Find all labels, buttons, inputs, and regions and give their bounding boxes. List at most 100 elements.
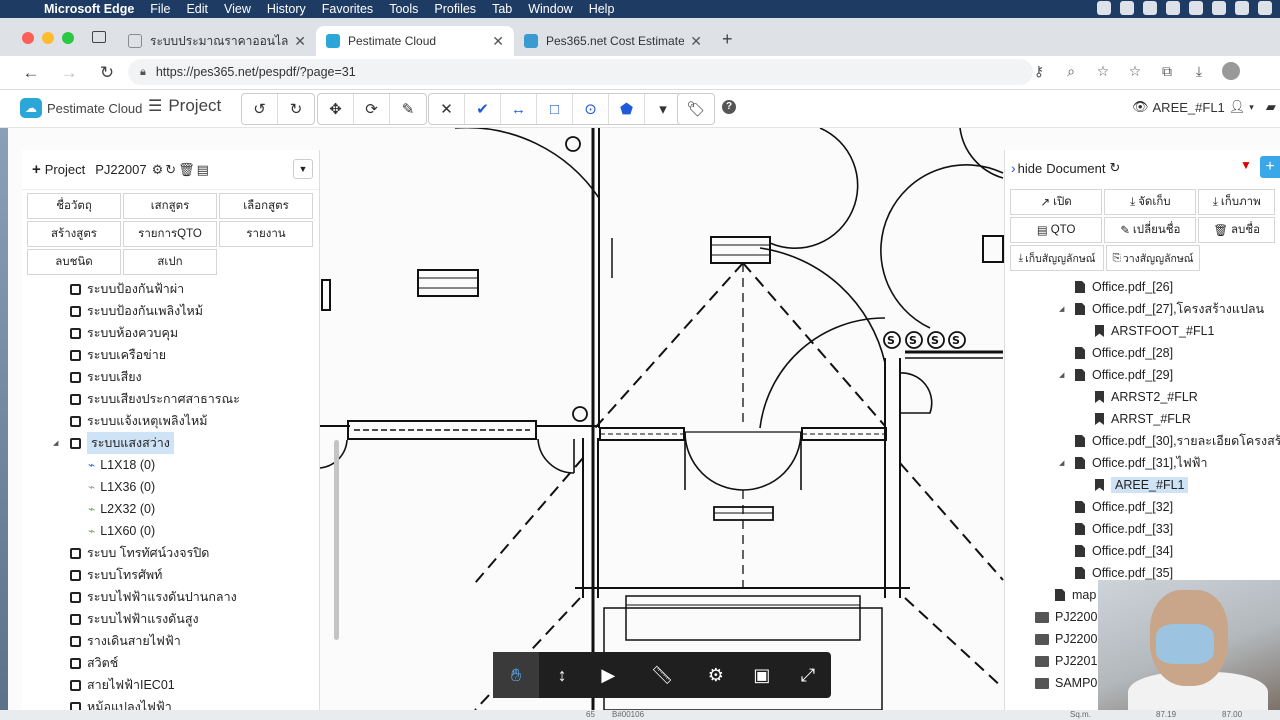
open-button[interactable]: ↗ เปิด: [1010, 189, 1103, 215]
maximize-window-icon[interactable]: [62, 32, 74, 44]
tree-item[interactable]: ระบบแจ้งเหตุเพลิงไหม้: [22, 410, 312, 432]
close-window-icon[interactable]: [22, 32, 34, 44]
tree-item[interactable]: สายไฟฟ้าIEC01: [22, 674, 312, 696]
video-camera-icon[interactable]: ▶: [585, 652, 631, 698]
status-icon[interactable]: [1258, 1, 1272, 15]
rectangle-icon[interactable]: □: [537, 94, 573, 124]
add-project-label[interactable]: Project: [45, 162, 85, 177]
help-icon[interactable]: ?: [722, 100, 736, 114]
rotate-icon[interactable]: ⟳: [354, 94, 390, 124]
tree-item[interactable]: ระบบโทรศัพท์: [22, 564, 312, 586]
move-icon[interactable]: ✥: [318, 94, 354, 124]
store-button[interactable]: ⤓ จัดเก็บ: [1104, 189, 1197, 215]
tree-item[interactable]: ◢ ระบบแสงสว่าง: [22, 432, 312, 454]
document-tree-item[interactable]: AREE_#FL1: [1005, 474, 1280, 496]
add-favorite-icon[interactable]: ☆: [1094, 62, 1112, 80]
fullscreen-icon[interactable]: ⤢: [785, 652, 831, 698]
status-icon[interactable]: [1212, 1, 1226, 15]
tree-item[interactable]: ⌁ L1X36 (0): [22, 476, 312, 498]
list-icon[interactable]: ▤: [197, 162, 209, 178]
document-tree-item[interactable]: ARRST2_#FLR: [1005, 386, 1280, 408]
chevron-right-icon[interactable]: ›: [1011, 160, 1016, 176]
document-tree-item[interactable]: ARRST_#FLR: [1005, 408, 1280, 430]
tree-item[interactable]: ระบบป้องกันเพลิงไหม้: [22, 300, 312, 322]
menu-window[interactable]: Window: [520, 2, 580, 16]
tree-item[interactable]: ระบบ โทรทัศน์วงจรปิด: [22, 542, 312, 564]
delete-name-button[interactable]: 🗑︎ ลบชื่อ: [1198, 217, 1275, 243]
ruler-icon[interactable]: 📏︎: [639, 652, 685, 698]
minimize-window-icon[interactable]: [42, 32, 54, 44]
tree-item[interactable]: หม้อแปลงไฟฟ้า: [22, 696, 312, 710]
place-symbol-button[interactable]: ⎘ วางสัญญลักษณ์: [1106, 245, 1200, 271]
new-tab-icon[interactable]: +: [712, 29, 743, 56]
delete-icon[interactable]: ✕: [429, 94, 465, 124]
redo-icon[interactable]: ↻: [278, 94, 314, 124]
tree-item[interactable]: ⌁ L1X60 (0): [22, 520, 312, 542]
pencil-icon[interactable]: ✎: [390, 94, 426, 124]
menu-favorites[interactable]: Favorites: [314, 2, 381, 16]
tree-item[interactable]: ระบบเครือข่าย: [22, 344, 312, 366]
vertical-arrows-icon[interactable]: ↕: [539, 652, 585, 698]
menu-profiles[interactable]: Profiles: [426, 2, 484, 16]
check-icon[interactable]: ✔: [465, 94, 501, 124]
tree-item[interactable]: ⌁ L1X18 (0): [22, 454, 312, 476]
status-icon[interactable]: [1235, 1, 1249, 15]
key-icon[interactable]: ⚷: [1030, 62, 1048, 80]
document-tree-item[interactable]: ◢ Office.pdf_[27],โครงสร้างแปลน: [1005, 298, 1280, 320]
tree-item[interactable]: ระบบป้องกันฟ้าผ่า: [22, 278, 312, 300]
menu-history[interactable]: History: [259, 2, 314, 16]
menu-file[interactable]: File: [142, 2, 178, 16]
tree-item[interactable]: ระบบห้องควบคุม: [22, 322, 312, 344]
expand-caret-icon[interactable]: ◢: [1059, 459, 1064, 467]
tab-pes365[interactable]: Pes365.net Cost Estimate on C ✕: [514, 26, 712, 56]
hand-pan-icon[interactable]: ✋︎: [493, 652, 540, 698]
refresh-icon[interactable]: ↻: [1110, 160, 1121, 176]
document-tree-item[interactable]: Office.pdf_[34]: [1005, 540, 1280, 562]
expand-caret-icon[interactable]: ◢: [1059, 371, 1064, 379]
capture-button[interactable]: ⤓ เก็บภาพ: [1198, 189, 1275, 215]
profile-avatar[interactable]: [1222, 62, 1240, 80]
status-icon[interactable]: [1166, 1, 1180, 15]
zoom-icon[interactable]: ⌕: [1062, 62, 1080, 80]
tree-item[interactable]: ระบบเสียง: [22, 366, 312, 388]
hide-link[interactable]: hide: [1018, 161, 1043, 176]
document-tree-item[interactable]: ◢ Office.pdf_[31],ไฟฟ้า: [1005, 452, 1280, 474]
menu-help[interactable]: Help: [581, 2, 623, 16]
document-tree-item[interactable]: Office.pdf_[32]: [1005, 496, 1280, 518]
close-tab-icon[interactable]: ✕: [492, 33, 504, 50]
undo-icon[interactable]: ↺: [242, 94, 278, 124]
qto-list-button[interactable]: รายการQTO: [123, 221, 217, 247]
tab-pestimate-cloud[interactable]: Pestimate Cloud ✕: [316, 26, 514, 56]
polygon-icon[interactable]: ⬟: [609, 94, 645, 124]
folder-icon[interactable]: ▰: [1266, 99, 1276, 115]
tab-thai-estimate[interactable]: ระบบประมาณราคาออนไลน์ ✕: [118, 26, 316, 56]
close-tab-icon[interactable]: ✕: [690, 33, 702, 50]
scrollbar[interactable]: [334, 440, 339, 640]
forward-icon[interactable]: →: [50, 63, 88, 83]
select-formula-button[interactable]: เลือกสูตร: [219, 193, 313, 219]
status-icon[interactable]: [1097, 1, 1111, 15]
refresh-icon[interactable]: ↻: [165, 162, 176, 178]
lock-icon[interactable]: 🔒︎: [140, 66, 146, 79]
menu-tab[interactable]: Tab: [484, 2, 520, 16]
url-input[interactable]: 🔒︎ https://pes365.net/pespdf/?page=31: [128, 59, 1033, 85]
downloads-icon[interactable]: ⤓: [1190, 62, 1208, 80]
qto-button[interactable]: ▤ QTO: [1010, 217, 1103, 243]
favorites-icon[interactable]: ☆: [1126, 62, 1144, 80]
chevron-down-icon[interactable]: ▾: [645, 94, 681, 124]
menu-app-name[interactable]: Microsoft Edge: [36, 2, 142, 16]
add-document-button[interactable]: +: [1260, 156, 1280, 178]
reload-icon[interactable]: ↻: [88, 63, 126, 83]
magic-formula-button[interactable]: เสกสูตร: [123, 193, 217, 219]
status-icon[interactable]: [1143, 1, 1157, 15]
chevron-down-icon[interactable]: ▼: [293, 159, 313, 179]
status-icon[interactable]: [1120, 1, 1134, 15]
rename-button[interactable]: ✎ เปลี่ยนชื่อ: [1104, 217, 1197, 243]
tree-item[interactable]: ระบบไฟฟ้าแรงดันสูง: [22, 608, 312, 630]
gear-icon[interactable]: ⚙︎: [693, 652, 739, 698]
store-symbol-button[interactable]: ⤓ เก็บสัญญลักษณ์: [1010, 245, 1104, 271]
measure-line-icon[interactable]: ↔: [501, 94, 537, 124]
filter-icon[interactable]: ▼: [1240, 158, 1254, 172]
back-icon[interactable]: ←: [12, 63, 50, 83]
spec-button[interactable]: สเปก: [123, 249, 217, 275]
